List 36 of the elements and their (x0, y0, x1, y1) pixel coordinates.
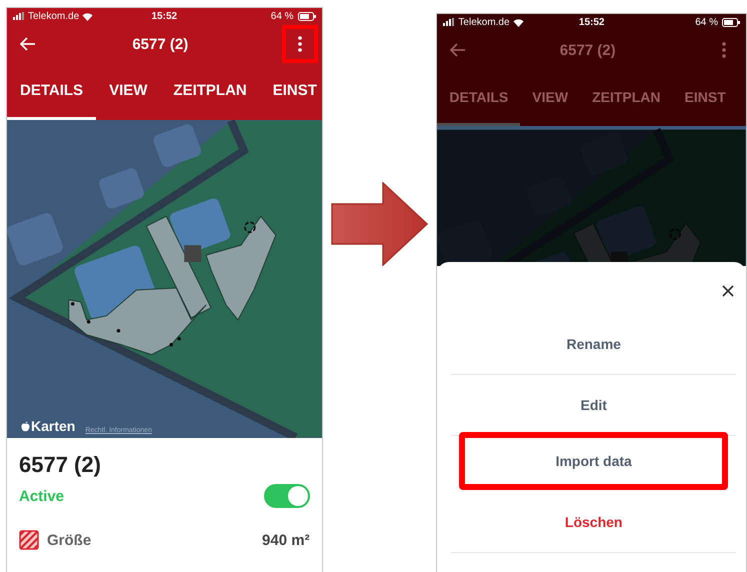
tab[interactable]: ZEITPLAN (160, 64, 260, 120)
size-value: 940 m² (262, 532, 310, 548)
menu-item[interactable]: Import data (459, 432, 728, 490)
menu-button[interactable] (282, 25, 318, 63)
back-arrow-icon (450, 43, 466, 57)
close-icon (722, 285, 734, 297)
tab[interactable]: VIEW (520, 70, 580, 126)
area-name: 6577 (2) (19, 452, 102, 478)
size-label: Größe (47, 532, 92, 548)
back-arrow-icon (20, 37, 36, 51)
signal-icon (13, 12, 25, 20)
clock-time: 15:52 (152, 10, 178, 22)
hatched-square-icon (19, 530, 39, 550)
tab[interactable]: EINST (672, 70, 738, 126)
carrier-name: Telekom.de (28, 10, 80, 22)
battery-percent: 64 % (270, 10, 294, 22)
screen-title: 6577 (2) (558, 42, 617, 58)
wifi-icon (512, 18, 524, 26)
battery-percent: 64 % (695, 16, 718, 28)
close-button[interactable] (720, 283, 736, 299)
kebab-icon (722, 42, 726, 58)
screen-title: 6577 (2) (131, 36, 190, 52)
battery-icon (298, 12, 316, 20)
status-label: Active (19, 488, 64, 504)
tab[interactable]: EINST (260, 64, 322, 120)
signal-icon (443, 18, 456, 26)
map-brand: Karten (31, 418, 76, 434)
logo-icon (21, 420, 30, 432)
carrier-name: Telekom.de (458, 16, 510, 28)
wifi-icon (82, 12, 94, 20)
tab[interactable]: ZEITPLAN (580, 70, 673, 126)
clock-time: 15:52 (578, 16, 604, 28)
battery-icon (722, 18, 740, 26)
kebab-icon (298, 36, 302, 52)
tab[interactable]: VIEW (96, 64, 160, 120)
active-toggle[interactable] (264, 484, 310, 508)
